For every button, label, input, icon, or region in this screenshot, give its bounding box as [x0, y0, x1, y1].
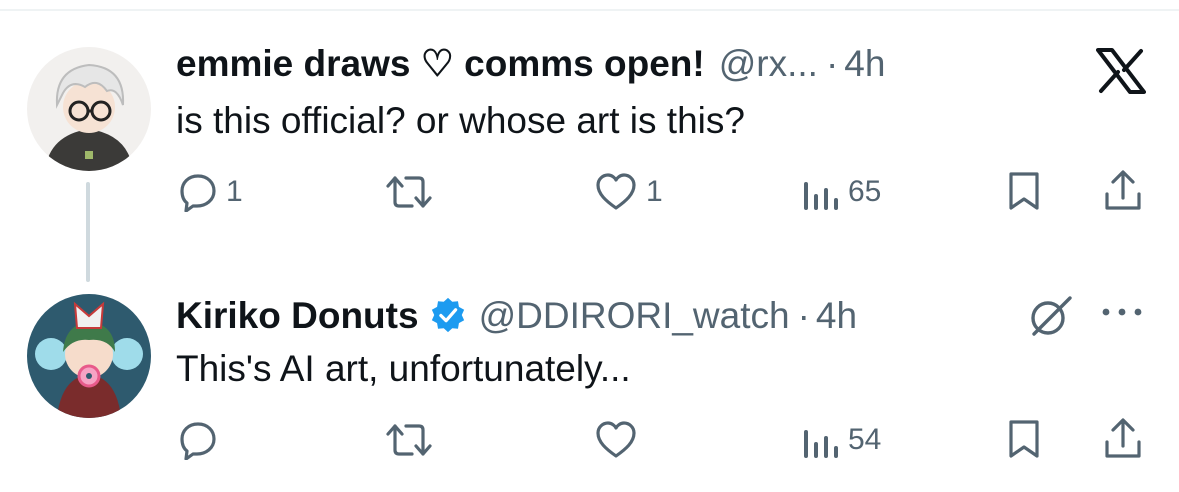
x-logo-icon[interactable] [1096, 48, 1146, 99]
heart-icon [596, 421, 636, 458]
reply-icon [180, 422, 216, 460]
like-button[interactable]: 1 [594, 172, 663, 212]
reply-button[interactable] [178, 420, 226, 460]
grok-button[interactable] [1026, 294, 1076, 338]
timestamp[interactable]: 4h [816, 295, 857, 337]
share-button[interactable] [1102, 416, 1144, 462]
view-count: 54 [848, 423, 882, 456]
display-name[interactable]: emmie draws ♡ comms open! [176, 42, 705, 85]
reply-icon [180, 174, 216, 212]
view-count: 65 [848, 175, 882, 208]
avatar[interactable] [27, 294, 151, 418]
thread-line [86, 182, 90, 282]
grok-icon [1031, 296, 1072, 336]
retweet-icon [386, 176, 432, 208]
display-name[interactable]: Kiriko Donuts [176, 295, 419, 337]
heart-icon [596, 173, 636, 210]
views-button[interactable]: 65 [800, 172, 881, 212]
avatar[interactable] [27, 47, 151, 171]
share-button[interactable] [1102, 168, 1144, 214]
bookmark-icon [1009, 172, 1039, 210]
bookmark-icon [1009, 420, 1039, 458]
tweet-text: is this official? or whose art is this? [176, 100, 745, 141]
like-button[interactable] [594, 420, 646, 460]
reply-count: 1 [226, 175, 243, 208]
share-icon [1105, 418, 1141, 458]
tweet-text: This's AI art, unfortunately... [176, 348, 631, 389]
more-icon [1102, 308, 1142, 316]
separator: · [825, 43, 839, 84]
retweet-button[interactable] [382, 420, 436, 460]
share-icon [1105, 170, 1141, 210]
views-icon [804, 182, 838, 210]
tweet-header: Kiriko Donuts @DDIRORI_watch · 4h [176, 290, 857, 337]
more-options-button[interactable] [1100, 302, 1144, 322]
views-icon [804, 430, 838, 458]
timestamp[interactable]: 4h [844, 43, 885, 85]
verified-badge-icon [431, 297, 464, 333]
handle[interactable]: @rx... [719, 43, 818, 85]
bookmark-button[interactable] [1006, 170, 1042, 212]
handle[interactable]: @DDIRORI_watch [479, 295, 790, 337]
like-count: 1 [646, 175, 663, 208]
reply-button[interactable]: 1 [178, 172, 243, 212]
retweet-button[interactable] [382, 172, 436, 212]
tweet-header: emmie draws ♡ comms open! @rx... · 4h [176, 42, 885, 86]
separator: · [797, 295, 810, 336]
retweet-icon [386, 424, 432, 456]
bookmark-button[interactable] [1006, 418, 1042, 460]
top-divider [0, 9, 1179, 11]
views-button[interactable]: 54 [800, 420, 881, 460]
